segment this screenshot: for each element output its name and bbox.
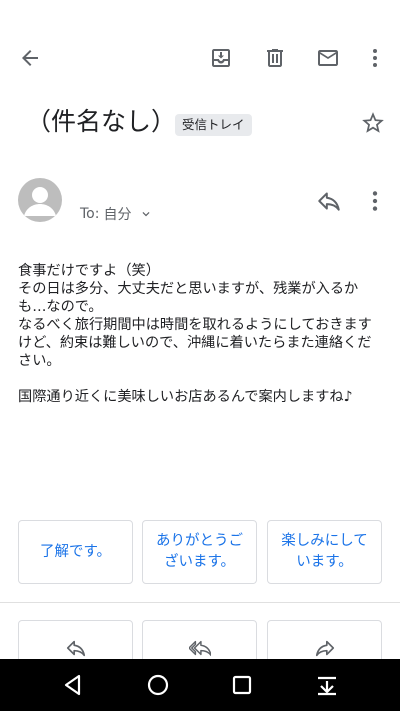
subject-row: （件名なし） 受信トレイ [0, 104, 400, 144]
chevron-down-icon [142, 212, 150, 217]
sender-row: To: 自分 [0, 176, 400, 236]
archive-icon[interactable] [207, 44, 235, 72]
smart-reply-button[interactable]: 了解です。 [18, 520, 133, 584]
recents-square-icon[interactable] [228, 671, 256, 699]
email-subject: （件名なし） [26, 107, 177, 136]
back-triangle-icon[interactable] [59, 671, 87, 699]
message-more-icon[interactable] [362, 188, 388, 214]
back-arrow-icon[interactable] [16, 44, 44, 72]
divider [0, 602, 400, 603]
mail-icon[interactable] [314, 44, 342, 72]
inbox-label-chip[interactable]: 受信トレイ [175, 114, 252, 136]
smart-reply-button[interactable]: ありがとうございます。 [142, 520, 257, 584]
trash-icon[interactable] [261, 44, 289, 72]
reply-icon [66, 640, 85, 657]
reply-all-icon [188, 640, 211, 657]
system-navigation-bar [0, 659, 400, 711]
email-body: 食事だけですよ（笑） その日は多分、大丈夫だと思いますが、残業が入るかも…なので… [18, 263, 372, 405]
notification-pull-icon[interactable] [313, 671, 341, 699]
more-vert-icon[interactable] [361, 44, 389, 72]
home-circle-icon[interactable] [144, 671, 172, 699]
to-prefix: To: [80, 206, 100, 222]
person-icon [24, 187, 56, 216]
app-toolbar [0, 0, 400, 112]
recipient-name: 自分 [103, 207, 132, 223]
star-icon[interactable] [360, 110, 386, 136]
smart-reply-bar: 了解です。 ありがとうございます。 楽しみにしています。 [18, 520, 382, 584]
smart-reply-button[interactable]: 楽しみにしています。 [267, 520, 382, 584]
recipient-details[interactable]: To: 自分 [80, 204, 153, 224]
reply-actions [18, 620, 382, 670]
reply-icon[interactable] [316, 188, 342, 214]
forward-icon [315, 640, 334, 657]
avatar[interactable] [18, 178, 62, 222]
